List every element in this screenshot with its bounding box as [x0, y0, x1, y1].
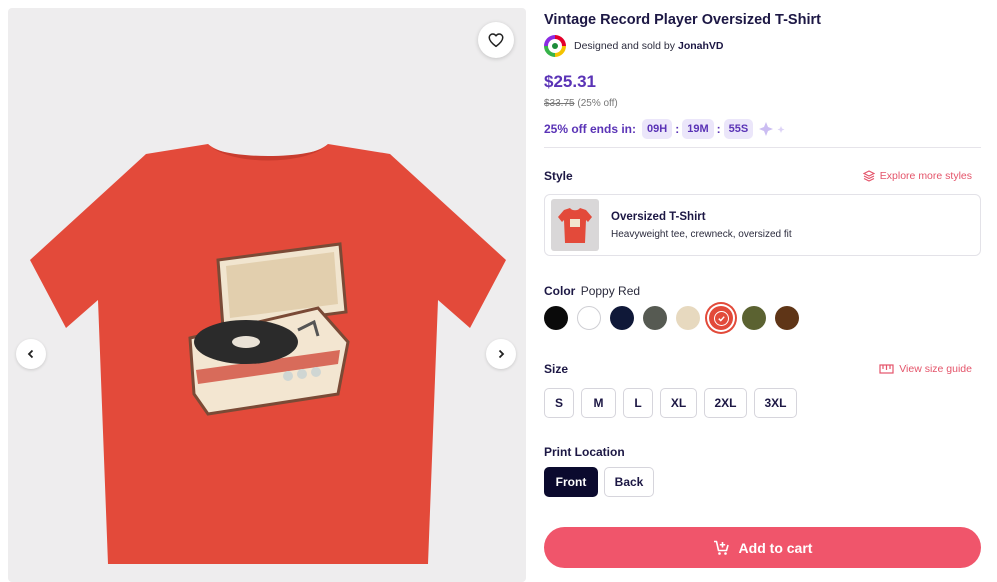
original-price-line: $33.75 (25% off)	[544, 98, 618, 109]
size-option-2xl[interactable]: 2XL	[704, 388, 747, 418]
color-swatch-black[interactable]	[544, 306, 568, 330]
timer-hours: 09H	[642, 119, 673, 139]
size-label: Size	[544, 362, 569, 376]
favorite-button[interactable]	[478, 22, 514, 58]
color-swatch-poppy-red[interactable]	[709, 306, 733, 330]
color-label: Color Poppy Red	[544, 284, 640, 298]
timer-separator: :	[675, 122, 680, 136]
print-location-front[interactable]: Front	[544, 467, 598, 497]
discount-percent: (25% off)	[577, 98, 618, 109]
size-option-m[interactable]: M	[581, 388, 616, 418]
size-option-3xl[interactable]: 3XL	[754, 388, 797, 418]
color-swatch-white[interactable]	[577, 306, 601, 330]
print-location-back[interactable]: Back	[604, 467, 654, 497]
sparkle-icon	[757, 121, 787, 137]
product-gallery	[8, 8, 526, 582]
style-label: Style	[544, 169, 573, 183]
gallery-prev-button[interactable]	[16, 339, 46, 369]
timer-minutes: 19M	[682, 119, 714, 139]
color-swatch-navy[interactable]	[610, 306, 634, 330]
color-label-text: Color	[544, 284, 576, 298]
explore-styles-label: Explore more styles	[879, 170, 972, 182]
color-swatch-brown[interactable]	[775, 306, 799, 330]
sale-countdown: 25% off ends in: 09H : 19M : 55S	[544, 119, 787, 139]
style-name: Oversized T-Shirt	[611, 210, 706, 223]
divider	[544, 147, 981, 148]
checkmark-icon	[713, 310, 729, 326]
current-price: $25.31	[544, 72, 596, 91]
original-price: $33.75	[544, 98, 575, 109]
add-to-cart-label: Add to cart	[738, 539, 813, 556]
gallery-next-button[interactable]	[486, 339, 516, 369]
size-option-s[interactable]: S	[544, 388, 574, 418]
product-title: Vintage Record Player Oversized T-Shirt	[544, 12, 821, 28]
seller-name-link[interactable]: JonahVD	[678, 40, 724, 52]
color-swatch-sand[interactable]	[676, 306, 700, 330]
seller-prefix: Designed and sold by	[574, 40, 675, 52]
product-image	[30, 144, 506, 564]
style-option-card[interactable]: Oversized T-Shirt Heavyweight tee, crewn…	[544, 194, 981, 256]
chevron-left-icon	[27, 349, 34, 359]
style-description: Heavyweight tee, crewneck, oversized fit	[611, 228, 792, 240]
seller-avatar[interactable]	[544, 35, 566, 57]
timer-seconds: 55S	[723, 119, 754, 139]
style-thumbnail	[551, 199, 599, 251]
ruler-icon	[879, 364, 894, 374]
explore-styles-link[interactable]: Explore more styles	[862, 170, 972, 182]
product-details: Vintage Record Player Oversized T-Shirt …	[544, 0, 984, 582]
chevron-right-icon	[498, 349, 505, 359]
print-location-options: Front Back	[544, 467, 660, 497]
color-swatches	[544, 306, 808, 330]
add-to-cart-button[interactable]: Add to cart	[544, 527, 981, 568]
size-option-l[interactable]: L	[623, 388, 653, 418]
color-swatch-charcoal[interactable]	[643, 306, 667, 330]
timer-separator: :	[716, 122, 721, 136]
size-options: S M L XL 2XL 3XL	[544, 388, 804, 418]
size-option-xl[interactable]: XL	[660, 388, 697, 418]
layers-icon	[862, 170, 875, 182]
print-location-label: Print Location	[544, 445, 625, 459]
selected-color-name: Poppy Red	[580, 284, 641, 298]
sale-label: 25% off ends in:	[544, 122, 637, 136]
cart-plus-icon	[713, 540, 729, 555]
heart-icon	[488, 33, 504, 48]
seller-info: Designed and sold by JonahVD	[544, 35, 724, 57]
color-swatch-olive[interactable]	[742, 306, 766, 330]
style-text: Oversized T-Shirt Heavyweight tee, crewn…	[611, 211, 792, 240]
size-guide-label: View size guide	[899, 363, 972, 375]
size-guide-link[interactable]: View size guide	[879, 363, 972, 375]
